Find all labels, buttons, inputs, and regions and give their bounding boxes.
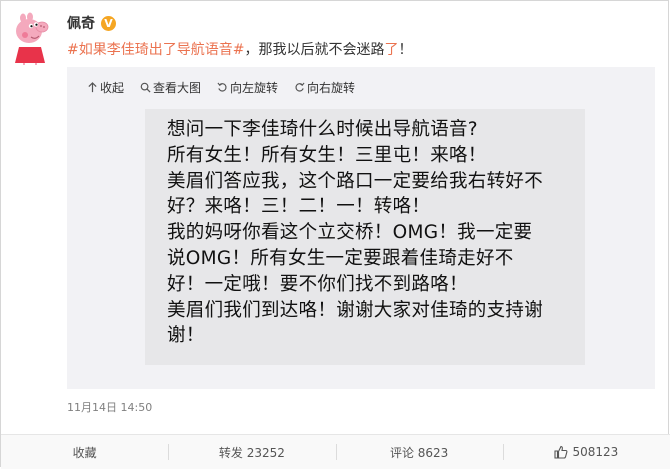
thumbs-up-icon	[554, 445, 568, 459]
username-link[interactable]: 佩奇	[67, 13, 95, 33]
collapse-label: 收起	[100, 81, 125, 95]
post-author: 佩奇 V	[67, 13, 116, 33]
image-text-line: 美眉们我们到达咯！谢谢大家对佳琦的支持谢	[167, 299, 544, 321]
comment-label: 评论 8623	[389, 445, 449, 460]
image-text-line: 想问一下李佳琦什么时候出导航语音?	[167, 119, 478, 140]
image-text-lines: 想问一下李佳琦什么时候出导航语音? 所有女生！所有女生！三里屯！来咯！ 美眉们答…	[167, 117, 543, 349]
favorite-label: 收藏	[72, 445, 97, 460]
favorite-button[interactable]: 收藏	[1, 435, 168, 469]
post-text: #如果李佳琦出了导航语音#，那我以后就不会迷路了！	[67, 39, 412, 59]
attached-text-image[interactable]: 想问一下李佳琦什么时候出导航语音? 所有女生！所有女生！三里屯！来咯！ 美眉们答…	[145, 109, 585, 365]
hashtag-link[interactable]: #如果李佳琦出了导航语音#	[67, 42, 244, 58]
post-timestamp[interactable]: 11月14日 14:50	[67, 399, 152, 415]
collapse-up-icon	[88, 82, 97, 93]
image-text-line: 谢！	[167, 325, 205, 347]
image-text-line: 好？来咯！三！二！一！转咯！	[167, 196, 431, 218]
image-text-line: 我的妈呀你看这个立交桥！OMG！我一定要	[167, 222, 533, 244]
rotate-left-icon	[217, 82, 227, 92]
view-large-button[interactable]: 查看大图	[140, 79, 201, 96]
like-count: 508123	[572, 445, 619, 459]
rotate-right-icon	[295, 82, 305, 92]
post-text-body: ，那我以后就不会迷路	[244, 42, 385, 58]
view-large-label: 查看大图	[153, 81, 202, 95]
verified-badge-icon: V	[101, 15, 116, 31]
weibo-post-card: 佩奇 V #如果李佳琦出了导航语音#，那我以后就不会迷路了！ 收起 查看大图 向…	[0, 0, 670, 469]
repost-button[interactable]: 转发 23252	[168, 435, 335, 469]
like-button[interactable]: 508123	[502, 435, 670, 469]
image-text-line: 好！一定哦！要不你们找不到路咯！	[167, 273, 468, 295]
rotate-left-label: 向左旋转	[230, 81, 279, 95]
image-text-line: 美眉们答应我，这个路口一定要给我右转好不	[167, 170, 544, 192]
comment-button[interactable]: 评论 8623	[335, 435, 503, 469]
rotate-right-label: 向右旋转	[307, 81, 356, 95]
rotate-left-button[interactable]: 向左旋转	[217, 79, 278, 96]
post-text-end: ！	[398, 42, 413, 58]
rotate-right-button[interactable]: 向右旋转	[294, 79, 355, 96]
expanded-media-box: 收起 查看大图 向左旋转 向右旋转 想问一下李佳琦什么时候出导航语音? 所有女生…	[67, 67, 655, 389]
image-text-line: 所有女生！所有女生！三里屯！来咯！	[167, 144, 487, 166]
post-text-highlight: 了	[384, 42, 399, 58]
avatar-image	[9, 9, 51, 65]
action-bar: 收藏 转发 23252 评论 8623 508123	[1, 434, 670, 469]
magnifier-icon	[140, 82, 151, 93]
repost-label: 转发 23252	[218, 445, 285, 460]
image-text-line: 说OMG！所有女生一定要跟着佳琦走好不	[167, 247, 514, 269]
media-toolbar: 收起 查看大图 向左旋转 向右旋转	[87, 79, 355, 96]
collapse-button[interactable]: 收起	[87, 79, 124, 96]
avatar[interactable]	[9, 9, 51, 65]
